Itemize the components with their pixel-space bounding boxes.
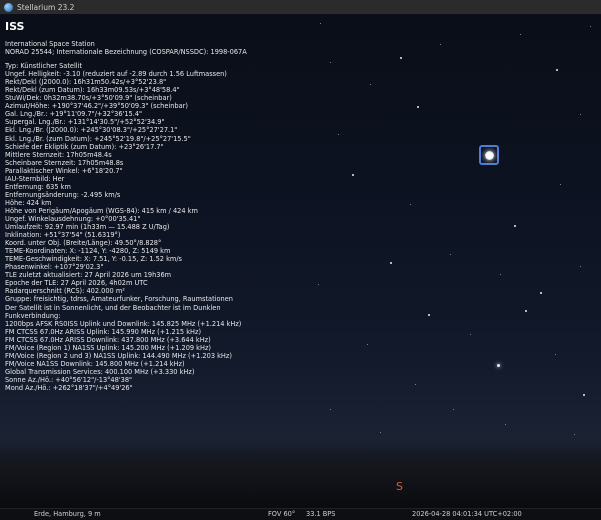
info-line: Höhe: 424 km	[5, 198, 52, 207]
info-line: FM/Voice (Region 1) NA1SS Uplink: 145.20…	[5, 343, 211, 352]
fps-readout: 33.1 BPS	[306, 510, 336, 518]
info-line: Epoche der TLE: 27 April 2026, 4h02m UTC	[5, 279, 148, 288]
star[interactable]	[514, 225, 516, 227]
star[interactable]	[428, 314, 430, 316]
star[interactable]	[525, 310, 527, 312]
iss-selection-marker[interactable]	[479, 145, 499, 165]
info-line: Funkverbindung:	[5, 311, 61, 320]
fov-readout: FOV 60°	[268, 510, 296, 518]
info-line: Ekl. Lng./Br. (J2000.0): +245°30'08.3"/+…	[5, 126, 178, 135]
star[interactable]	[415, 384, 416, 385]
star[interactable]	[580, 266, 581, 267]
star[interactable]	[330, 62, 331, 63]
object-info-panel: ISS International Space Station NORAD 255…	[5, 20, 305, 392]
object-detail-lines: Typ: Künstlicher Satellit Ungef. Helligke…	[5, 62, 305, 392]
object-name: ISS	[5, 20, 25, 33]
info-line: Koord. unter Obj. (Breite/Länge): 49.50°…	[5, 239, 162, 248]
info-line: Schiefe der Ekliptik (zum Datum): +23°26…	[5, 142, 164, 151]
star[interactable]	[367, 344, 368, 345]
info-line: Phasenwinkel: +107°29'02.3"	[5, 263, 104, 272]
star[interactable]	[520, 34, 521, 35]
info-line: Azimut/Höhe: +190°37'46.2"/+39°50'09.3" …	[5, 102, 188, 111]
stellarium-app-icon	[4, 2, 13, 12]
info-line: Typ: Künstlicher Satellit	[5, 62, 83, 71]
star[interactable]	[318, 284, 319, 285]
info-line: FM/Voice NA1SS Downlink: 145.800 MHz (+1…	[5, 359, 185, 368]
star[interactable]	[338, 134, 339, 135]
star[interactable]	[440, 44, 441, 45]
info-line: StuWi/Dek: 0h32m38.70s/+3°50'09.9" (sche…	[5, 94, 172, 103]
star[interactable]	[400, 57, 402, 59]
location-readout[interactable]: Erde, Hamburg, 9 m	[34, 509, 101, 520]
info-line: Entfernung: 635 km	[5, 182, 71, 191]
info-line: Der Satellit ist in Sonnenlicht, und der…	[5, 303, 221, 312]
info-line: Mond Az./Hö.: +262°18'37"/+4°49'26"	[5, 383, 133, 392]
object-identity-lines: International Space Station NORAD 25544; …	[5, 40, 305, 56]
info-line: International Space Station	[5, 40, 95, 48]
info-line: FM CTCSS 67.0Hz ARISS Uplink: 145.990 MH…	[5, 327, 202, 336]
star[interactable]	[555, 354, 556, 355]
info-line: FM/Voice (Region 2 und 3) NA1SS Uplink: …	[5, 351, 232, 360]
info-line: Gal. Lng./Br.: +19°11'09.7"/+32°36'15.4"	[5, 110, 143, 119]
info-line: Umlaufzeit: 92.97 min (1h33m — 15.488 Z …	[5, 223, 170, 232]
star[interactable]	[556, 69, 558, 71]
info-line: TLE zuletzt aktualisiert: 27 April 2026 …	[5, 271, 172, 280]
window-title: Stellarium 23.2	[17, 2, 75, 12]
info-line: Ungef. Winkelausdehnung: +0°00'35.41"	[5, 214, 141, 223]
star[interactable]	[380, 432, 381, 433]
info-line: 1200bps AFSK RS0ISS Uplink und Downlink:…	[5, 319, 242, 328]
info-line: Supergal. Lng./Br.: +131°14'30.5"/+52°52…	[5, 118, 165, 127]
star[interactable]	[560, 184, 561, 185]
star[interactable]	[417, 106, 419, 108]
info-line: Inklination: +51°37'54" (51.6319°)	[5, 231, 121, 240]
star[interactable]	[583, 394, 585, 396]
status-bar: Erde, Hamburg, 9 m FOV 60° 33.1 BPS 2026…	[0, 508, 601, 520]
star[interactable]	[410, 204, 411, 205]
star[interactable]	[590, 26, 591, 27]
star[interactable]	[505, 424, 506, 425]
star[interactable]	[580, 114, 581, 115]
info-line: Scheinbare Sternzeit: 17h05m48.8s	[5, 158, 124, 167]
star[interactable]	[453, 409, 454, 410]
info-line: Radarquerschnitt (RCS): 402.000 m²	[5, 287, 125, 296]
title-bar[interactable]: Stellarium 23.2	[0, 0, 601, 15]
star[interactable]	[330, 409, 331, 410]
info-line: TEME-Koordinaten: X: -1124, Y: -4280, Z:…	[5, 247, 171, 256]
info-line: Gruppe: freisichtig, tdrss, Amateurfunke…	[5, 295, 233, 304]
horizon-landscape	[0, 444, 601, 508]
info-line: Mittlere Sternzeit: 17h05m48.4s	[5, 150, 112, 159]
star[interactable]	[390, 262, 392, 264]
star[interactable]	[574, 434, 575, 435]
star[interactable]	[497, 364, 500, 367]
cardinal-south-label: S	[396, 480, 403, 493]
sky-view[interactable]: S ISS International Space Station NORAD 2…	[0, 14, 601, 508]
info-line: Höhe von Perigäum/Apogäum (WGS-84): 415 …	[5, 206, 198, 215]
star[interactable]	[540, 292, 542, 294]
info-line: Rekt/Dekl (J2000.0): 16h31m50.42s/+3°52'…	[5, 78, 167, 87]
star[interactable]	[370, 84, 371, 85]
star[interactable]	[470, 334, 471, 335]
datetime-readout[interactable]: 2026-04-28 04:01:34 UTC+02:00	[412, 509, 522, 520]
info-line: Ungef. Helligkeit: -3.10 (reduziert auf …	[5, 70, 227, 79]
star[interactable]	[352, 174, 354, 176]
info-line: IAU-Sternbild: Her	[5, 174, 65, 183]
info-line: Ekl. Lng./Br. (zum Datum): +245°52'19.8"…	[5, 134, 191, 143]
info-line: Sonne Az./Hö.: +40°56'12"/-13°48'38"	[5, 375, 133, 384]
star[interactable]	[450, 254, 451, 255]
info-line: Global Transmission Services: 400.100 MH…	[5, 367, 195, 376]
info-line: NORAD 25544; Internationale Bezeichnung …	[5, 48, 247, 57]
iss-satellite[interactable]	[484, 150, 494, 160]
info-line: FM CTCSS 67.0Hz ARISS Downlink: 437.800 …	[5, 335, 211, 344]
info-line: TEME-Geschwindigkeit: X: 7.51, Y: -0.15,…	[5, 255, 182, 264]
info-line: Parallaktischer Winkel: +6°18'20.7"	[5, 166, 123, 175]
info-line: Rekt/Dekl (zum Datum): 16h33m09.53s/+3°4…	[5, 86, 180, 95]
star[interactable]	[500, 274, 501, 275]
star[interactable]	[320, 23, 321, 24]
info-line: Entfernungsänderung: -2.495 km/s	[5, 190, 121, 199]
